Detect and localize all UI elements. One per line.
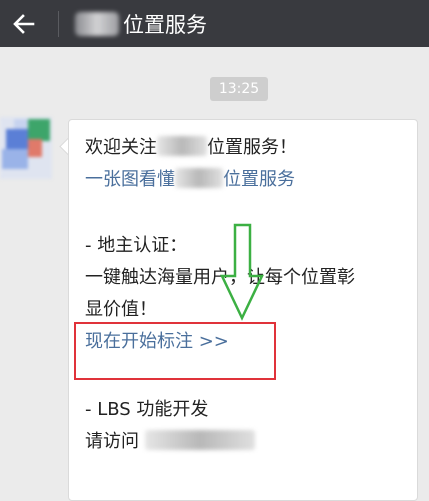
arrow-down-icon: [220, 223, 264, 321]
